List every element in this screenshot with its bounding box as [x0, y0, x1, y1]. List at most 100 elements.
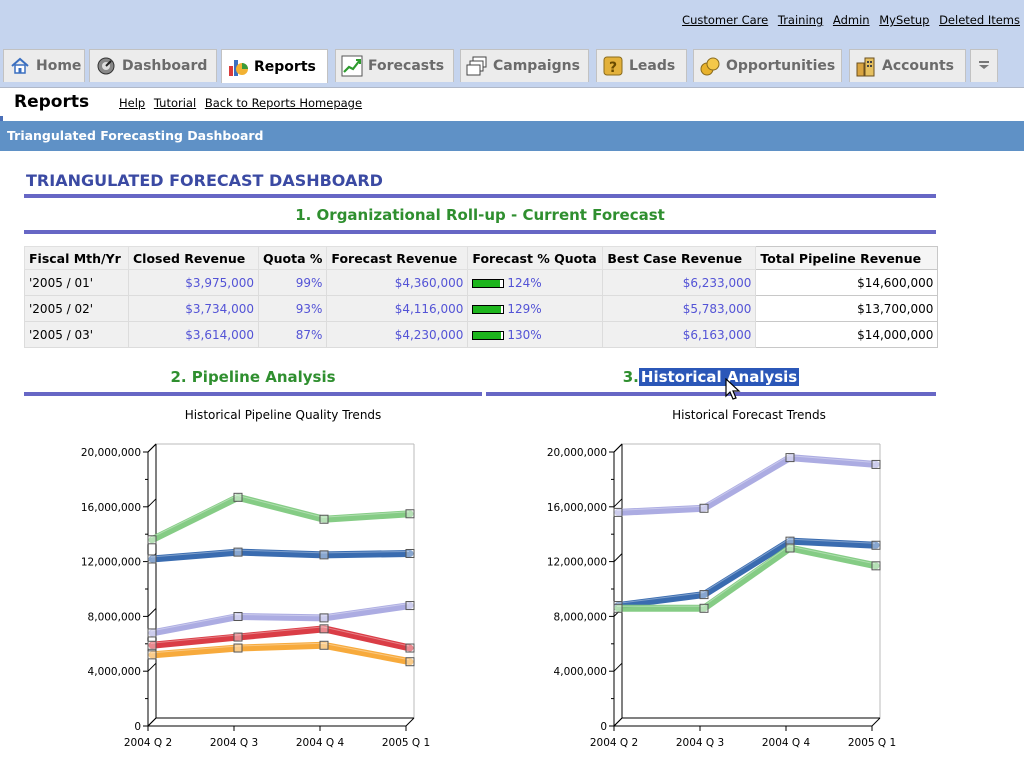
cell-best-case: $6,233,000 — [602, 269, 757, 296]
data-point — [233, 612, 243, 622]
cell-forecast: $4,116,000 — [326, 295, 469, 322]
cell-forecast: $4,230,000 — [326, 321, 469, 348]
campaigns-icon — [466, 55, 488, 77]
tab-label: Accounts — [882, 58, 955, 74]
header-forecast-quota-pct: Forecast % Quota — [467, 246, 604, 270]
data-point — [147, 640, 157, 650]
tab-reports[interactable]: Reports — [221, 49, 328, 83]
tab-campaigns[interactable]: Campaigns — [460, 49, 589, 82]
chevron-down-icon — [978, 59, 990, 73]
data-point — [233, 643, 243, 653]
y-tick-label: 20,000,000 — [81, 447, 141, 459]
tab-opportunities[interactable]: Opportunities — [693, 49, 842, 82]
y-tick-label: 20,000,000 — [547, 447, 607, 459]
header-best-case-revenue: Best Case Revenue — [602, 246, 757, 270]
forecast-quota-pct: 124% — [507, 275, 542, 290]
table-row: '2005 / 02' $3,734,000 93% $4,116,000 12… — [24, 295, 939, 322]
cell-forecast-quota: 130% — [467, 321, 604, 348]
data-point — [147, 535, 157, 545]
mysetup-link[interactable]: MySetup — [879, 13, 929, 27]
data-point — [405, 657, 415, 667]
y-tick-label: 8,000,000 — [88, 611, 141, 623]
plot-area — [148, 444, 414, 726]
data-point — [405, 643, 415, 653]
back-to-reports-link[interactable]: Back to Reports Homepage — [205, 96, 362, 110]
y-tick-label: 0 — [600, 721, 607, 733]
rollup-section-title: 1. Organizational Roll-up - Current Fore… — [295, 206, 665, 224]
table-row: '2005 / 01' $3,975,000 99% $4,360,000 12… — [24, 269, 939, 296]
data-point — [405, 548, 415, 558]
training-link[interactable]: Training — [778, 13, 823, 27]
data-point — [233, 492, 243, 502]
y-tick-label: 16,000,000 — [547, 502, 607, 514]
cell-period: '2005 / 02' — [24, 295, 129, 322]
tab-dashboard[interactable]: Dashboard — [89, 49, 217, 82]
chart-title: Historical Forecast Trends — [672, 408, 826, 422]
data-point — [613, 507, 623, 517]
data-point — [319, 550, 329, 560]
forecasts-icon — [341, 55, 363, 77]
rollup-table: Fiscal Mth/Yr Closed Revenue Quota % For… — [24, 246, 939, 348]
tab-label: Forecasts — [368, 58, 445, 74]
table-row: '2005 / 03' $3,614,000 87% $4,230,000 13… — [24, 321, 939, 348]
tab-leads[interactable]: ? Leads — [596, 49, 687, 82]
reports-icon — [227, 56, 249, 78]
data-point — [785, 543, 795, 553]
forecast-trends-chart: Historical Forecast Trends 0 4,000,000 8,00… — [547, 408, 896, 749]
data-point — [613, 603, 623, 613]
tab-forecasts[interactable]: Forecasts — [335, 49, 454, 82]
cell-closed: $3,734,000 — [128, 295, 259, 322]
chart-title: Historical Pipeline Quality Trends — [185, 408, 382, 422]
data-point — [147, 628, 157, 638]
data-point — [405, 601, 415, 611]
cell-quota: 99% — [257, 269, 328, 296]
table-header-row: Fiscal Mth/Yr Closed Revenue Quota % For… — [24, 246, 939, 270]
historical-prefix: 3. — [622, 368, 639, 386]
admin-link[interactable]: Admin — [833, 13, 870, 27]
y-tick-label: 4,000,000 — [554, 666, 607, 678]
x-tick-label: 2004 Q 3 — [210, 737, 258, 749]
deleted-items-link[interactable]: Deleted Items — [939, 13, 1020, 27]
tab-accounts[interactable]: Accounts — [849, 49, 966, 82]
accounts-icon — [855, 55, 877, 77]
tab-label: Home — [36, 58, 82, 74]
header-quota-pct: Quota % — [257, 246, 328, 270]
cell-pipeline: $14,000,000 — [755, 321, 939, 348]
page-title: Reports — [14, 92, 90, 112]
data-point — [147, 650, 157, 660]
customer-care-link[interactable]: Customer Care — [682, 13, 768, 27]
tab-bar: Home Dashboard Reports Forecasts Campaig… — [0, 44, 1024, 88]
dashboard-title: TRIANGULATED FORECAST DASHBOARD — [26, 171, 383, 190]
help-link[interactable]: Help — [119, 96, 145, 110]
data-point — [871, 540, 881, 550]
cell-quota: 87% — [257, 321, 328, 348]
home-icon — [9, 55, 31, 77]
forecast-quota-pct: 129% — [507, 301, 542, 316]
tab-home[interactable]: Home — [3, 49, 85, 82]
cell-best-case: $6,163,000 — [602, 321, 757, 348]
more-tabs-button[interactable] — [970, 49, 998, 82]
cell-forecast-quota: 129% — [467, 295, 604, 322]
x-tick-label: 2004 Q 3 — [676, 737, 724, 749]
tutorial-link[interactable]: Tutorial — [154, 96, 196, 110]
rollup-rule — [24, 230, 936, 234]
top-bar: Customer Care Training Admin MySetup Del… — [0, 0, 1024, 44]
y-tick-label: 12,000,000 — [547, 557, 607, 569]
data-point — [785, 453, 795, 463]
cell-period: '2005 / 01' — [24, 269, 129, 296]
x-tick-label: 2005 Q 1 — [382, 737, 430, 749]
tab-label: Campaigns — [493, 58, 580, 74]
x-tick-label: 2004 Q 2 — [124, 737, 172, 749]
data-point — [319, 613, 329, 623]
forecast-quota-bar — [472, 330, 505, 340]
data-point — [319, 514, 329, 524]
y-tick-depth — [147, 443, 157, 453]
y-tick-label: 16,000,000 — [81, 502, 141, 514]
opportunities-icon — [699, 55, 721, 77]
pipeline-rule — [24, 392, 482, 396]
tab-label: Reports — [254, 58, 316, 75]
data-point — [871, 459, 881, 469]
data-point — [405, 509, 415, 519]
x-tick-label: 2004 Q 2 — [590, 737, 638, 749]
header-forecast-revenue: Forecast Revenue — [326, 246, 469, 270]
